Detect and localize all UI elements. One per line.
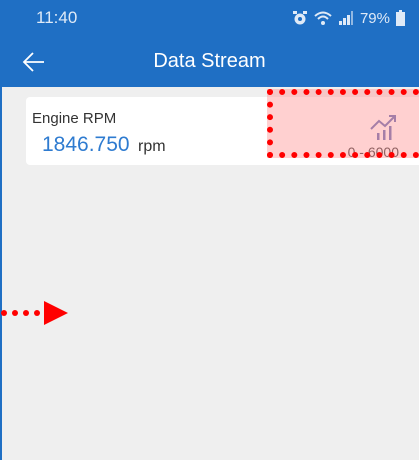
pid-range: 0 - 6000 xyxy=(347,144,399,160)
battery-icon xyxy=(396,10,405,26)
back-button[interactable] xyxy=(18,46,50,78)
pid-name: Engine RPM xyxy=(32,110,117,127)
pid-value-row: 1846.750 rpm xyxy=(42,133,166,157)
alarm-icon xyxy=(292,11,307,25)
list-item-engine-rpm[interactable]: Engine RPM 1846.750 rpm 0 - 6000 xyxy=(26,97,419,165)
status-icons: 79% xyxy=(292,10,405,27)
wifi-icon xyxy=(314,11,332,25)
status-time: 11:40 xyxy=(36,8,78,27)
pid-value: 1846.750 xyxy=(42,133,130,156)
arrow-left-icon xyxy=(22,52,44,72)
left-edge-line xyxy=(0,87,2,460)
signal-icon xyxy=(338,11,353,25)
data-stream-list[interactable]: Engine RPM 1846.750 rpm 0 - 6000 xyxy=(0,87,419,460)
status-bar: 11:40 79% xyxy=(0,0,419,36)
battery-percent: 79% xyxy=(359,9,390,27)
app-bar: Data Stream xyxy=(0,36,419,87)
page-title: Data Stream xyxy=(153,50,266,72)
trend-chart-icon xyxy=(370,115,396,140)
graph-toggle-button[interactable]: 0 - 6000 xyxy=(267,97,419,165)
pid-unit: rpm xyxy=(138,138,166,155)
